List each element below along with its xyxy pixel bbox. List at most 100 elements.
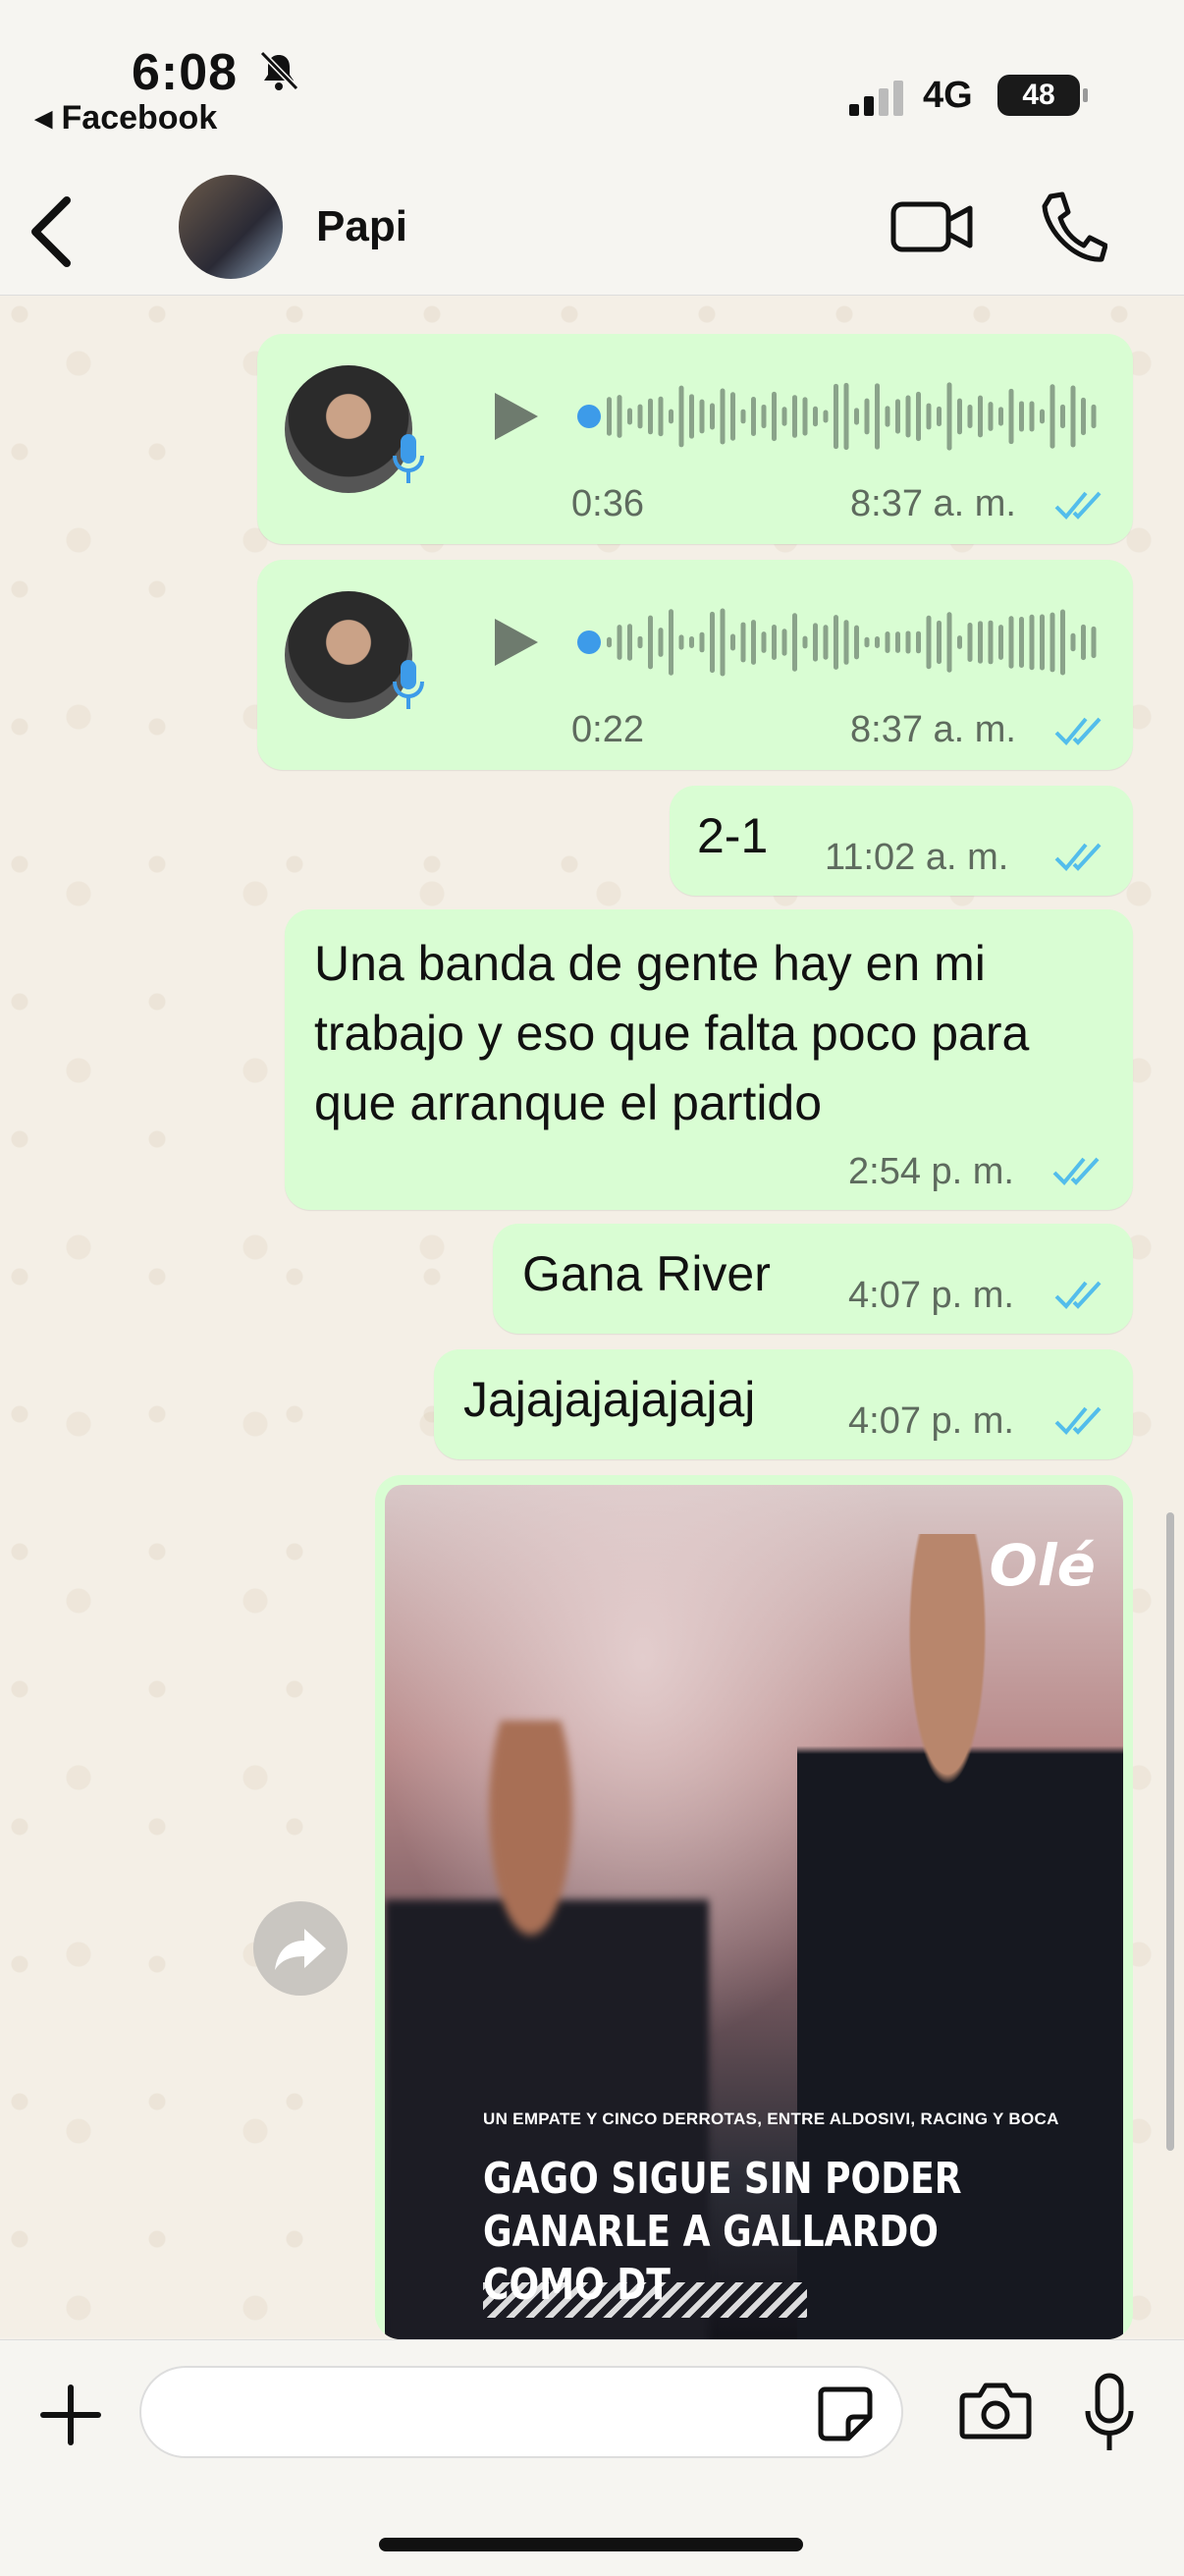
waveform-bar — [699, 399, 705, 434]
waveform-bar — [885, 630, 890, 654]
waveform-bar — [946, 612, 952, 673]
waveform-bar — [957, 398, 962, 435]
status-time: 6:08 — [132, 44, 239, 101]
image-message-bubble[interactable]: Olé UN EMPATE Y CINCO DERROTAS, ENTRE AL… — [375, 1475, 1133, 2339]
plus-icon[interactable] — [37, 2382, 104, 2448]
read-ticks-icon — [1054, 1281, 1102, 1309]
waveform-bar — [967, 405, 973, 428]
microphone-icon[interactable] — [1082, 2372, 1137, 2454]
waveform-bar — [781, 407, 787, 426]
waveform-bar — [658, 396, 664, 437]
waveform-bar — [658, 628, 664, 657]
waveform-bar — [1060, 609, 1065, 676]
waveform-bar — [957, 635, 962, 649]
waveform-bar — [781, 629, 787, 656]
waveform-bar — [895, 399, 900, 434]
waveform-bar — [937, 406, 942, 427]
read-ticks-icon — [1052, 1157, 1100, 1185]
waveform-bar — [885, 406, 890, 427]
message-time: 11:02 a. m. — [825, 837, 1009, 878]
waveform-bar — [1029, 614, 1035, 671]
phone-icon[interactable] — [1037, 189, 1107, 267]
playback-position-dot[interactable] — [577, 405, 601, 428]
waveform-bar — [1019, 401, 1024, 432]
waveform-bar — [926, 403, 932, 430]
waveform-bar — [834, 615, 838, 670]
contact-name[interactable]: Papi — [316, 202, 407, 251]
battery-level: 48 — [997, 75, 1088, 116]
playback-position-dot[interactable] — [577, 630, 601, 654]
bell-muted-icon — [259, 50, 299, 91]
read-ticks-icon — [1054, 1406, 1102, 1435]
waveform-bar — [730, 633, 735, 651]
waveform-bar — [988, 402, 994, 431]
waveform-bar — [843, 620, 849, 665]
waveform-bar — [772, 625, 777, 660]
waveform-bar — [864, 398, 870, 435]
waveform-bar — [669, 609, 673, 676]
waveform-bar — [1049, 612, 1055, 673]
waveform-bar — [607, 636, 612, 648]
message-input[interactable] — [139, 2366, 903, 2458]
signal-icon — [849, 81, 903, 116]
video-call-icon[interactable] — [889, 192, 974, 261]
waveform-bar — [1040, 614, 1045, 671]
waveform-bar — [834, 383, 838, 450]
waveform-bar — [627, 408, 632, 425]
camera-icon[interactable] — [958, 2380, 1033, 2442]
waveform-bar — [689, 636, 694, 648]
waveform-bar — [720, 608, 726, 677]
waveform-bar — [730, 392, 735, 441]
audio-waveform[interactable] — [577, 603, 1098, 682]
waveform-bar — [843, 382, 849, 451]
waveform-bar — [823, 410, 829, 423]
message-time: 4:07 p. m. — [848, 1400, 1014, 1442]
waveform-bar — [607, 397, 612, 436]
home-indicator[interactable] — [379, 2538, 803, 2551]
waveform-bar — [617, 625, 622, 660]
waveform-bar — [1029, 401, 1035, 432]
message-time: 8:37 a. m. — [850, 709, 1016, 750]
contact-avatar[interactable] — [179, 175, 283, 279]
sticker-icon[interactable] — [815, 2384, 874, 2442]
back-chevron-icon[interactable] — [24, 192, 79, 271]
text-message-bubble[interactable]: Jajajajajajajaj 4:07 p. m. — [434, 1349, 1133, 1459]
ole-logo: Olé — [989, 1532, 1096, 1599]
waveform-bar — [1070, 385, 1076, 448]
news-kicker: UN EMPATE Y CINCO DERROTAS, ENTRE ALDOSI… — [483, 2110, 1059, 2128]
waveform-bar — [905, 395, 911, 438]
waveform-bar — [740, 409, 746, 424]
waveform-bar — [689, 394, 694, 439]
waveform-bar — [937, 620, 942, 665]
voice-message-bubble[interactable]: 0:36 8:37 a. m. — [257, 334, 1133, 544]
text-message-bubble[interactable]: Gana River 4:07 p. m. — [493, 1224, 1133, 1334]
waveform-bar — [699, 631, 705, 653]
message-text: Gana River — [522, 1246, 771, 1301]
message-text: Una banda de gente hay en mi trabajo y e… — [314, 936, 1030, 1130]
waveform-bar — [627, 624, 632, 661]
text-message-bubble[interactable]: 2-1 11:02 a. m. — [670, 786, 1133, 896]
waveform-bar — [1040, 409, 1045, 424]
waveform-bar — [761, 631, 767, 653]
waveform-bar — [1081, 624, 1086, 661]
forward-button[interactable] — [253, 1901, 348, 1996]
waveform-bar — [802, 397, 808, 436]
audio-waveform[interactable] — [577, 377, 1098, 456]
text-message-bubble[interactable]: Una banda de gente hay en mi trabajo y e… — [285, 909, 1133, 1210]
scrollbar[interactable] — [1166, 1512, 1174, 2151]
waveform-bar — [823, 625, 829, 660]
play-icon[interactable] — [489, 389, 542, 444]
waveform-bar — [678, 634, 684, 650]
waveform-bar — [720, 388, 726, 445]
waveform-bar — [967, 622, 973, 663]
message-time: 8:37 a. m. — [850, 483, 1016, 524]
waveform-bar — [854, 408, 859, 425]
voice-message-bubble[interactable]: 0:22 8:37 a. m. — [257, 560, 1133, 770]
voice-duration: 0:22 — [571, 709, 644, 750]
waveform-bar — [1091, 404, 1097, 429]
play-icon[interactable] — [489, 615, 542, 670]
waveform-bar — [905, 630, 911, 654]
back-to-app-link[interactable]: ◂ Facebook — [35, 98, 217, 137]
waveform-bar — [1060, 404, 1065, 429]
news-image[interactable]: Olé UN EMPATE Y CINCO DERROTAS, ENTRE AL… — [385, 1485, 1123, 2339]
